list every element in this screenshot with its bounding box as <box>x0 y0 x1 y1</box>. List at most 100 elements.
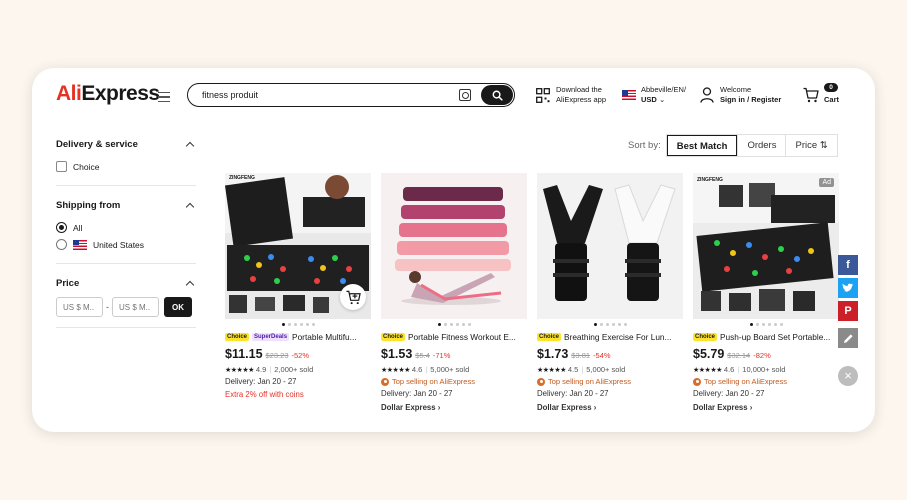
separator: | <box>737 365 740 374</box>
account-menu[interactable]: Welcome Sign in / Register <box>700 85 781 105</box>
locale-selector[interactable]: Abbeville/EN/ USD ⌄ <box>622 85 686 105</box>
filter-header[interactable]: Shipping from <box>56 199 196 211</box>
dollar-express-link[interactable]: Dollar Express › <box>693 403 839 414</box>
product-title[interactable]: Push-up Board Set Portable... <box>720 332 830 342</box>
delivery-date: Delivery: Jan 20 - 27 <box>537 389 609 398</box>
cart-button[interactable]: 0 Cart <box>803 83 843 105</box>
pencil-icon <box>843 333 853 343</box>
price-ok-button[interactable]: OK <box>164 297 192 317</box>
product-title[interactable]: Portable Multifu... <box>292 332 357 342</box>
add-to-cart-button[interactable] <box>340 284 366 310</box>
original-price: $5.4 <box>415 351 430 360</box>
product-title[interactable]: Portable Fitness Workout E... <box>408 332 516 342</box>
sort-tab-best-match[interactable]: Best Match <box>666 135 738 156</box>
search-bar: fitness produit <box>187 83 515 107</box>
image-carousel-dots[interactable] <box>693 323 839 327</box>
product-title[interactable]: Breathing Exercise For Lun... <box>564 332 671 342</box>
shipping-from-filter: Shipping from All United States <box>56 199 196 264</box>
delivery-date: Delivery: Jan 20 - 27 <box>225 377 297 386</box>
filter-option-choice[interactable]: Choice <box>56 158 196 175</box>
option-label: All <box>73 222 83 233</box>
image-search-icon[interactable] <box>459 89 471 101</box>
sold-count: 5,000+ sold <box>430 365 470 374</box>
svg-text:ZINGFENG: ZINGFENG <box>697 177 723 183</box>
dollar-express-link[interactable]: Dollar Express › <box>381 403 527 414</box>
edit-share-button[interactable] <box>838 328 858 348</box>
filter-option-united-states[interactable]: United States <box>56 236 196 253</box>
product-price: $1.73 <box>537 347 569 361</box>
price-max-input[interactable] <box>112 297 159 317</box>
logo-prefix: Ali <box>56 82 82 105</box>
delivery-date: Delivery: Jan 20 - 27 <box>381 389 453 398</box>
app-text-line1: Download the <box>556 85 602 94</box>
radio-selected[interactable] <box>56 222 67 233</box>
product-price: $11.15 <box>225 347 263 361</box>
us-flag-icon <box>622 90 636 100</box>
close-share-button[interactable]: × <box>838 366 858 386</box>
discount-percent: -82% <box>753 351 771 360</box>
product-title-row[interactable]: Choice Breathing Exercise For Lun... <box>537 331 683 342</box>
twitter-share-button[interactable] <box>838 278 858 298</box>
aliexpress-logo[interactable]: AliExpress <box>56 82 160 106</box>
filter-title: Shipping from <box>56 199 121 211</box>
chevron-up-icon[interactable] <box>185 141 195 150</box>
image-carousel-dots[interactable] <box>537 323 683 327</box>
product-title-row[interactable]: Choice Portable Fitness Workout E... <box>381 331 527 342</box>
chevron-right-icon: › <box>593 403 597 412</box>
sort-tab-price[interactable]: Price ⇅ <box>785 135 836 156</box>
sort-tab-orders[interactable]: Orders <box>737 135 785 156</box>
download-app-link[interactable]: Download the AliExpress app <box>536 85 606 105</box>
close-icon: × <box>844 368 852 383</box>
product-image[interactable]: ZINGFENG <box>225 173 371 319</box>
product-title-row[interactable]: Choice SuperDeals Portable Multifu... <box>225 331 371 342</box>
search-button[interactable] <box>481 85 513 105</box>
cart-icon <box>803 87 819 103</box>
choice-badge: Choice <box>537 332 562 341</box>
product-card[interactable]: ZINGFENG Choice SuperDeals Portable Mult… <box>225 173 371 414</box>
express-label: Dollar Express <box>537 403 592 412</box>
rating-value: 4.9 <box>255 365 267 374</box>
search-input[interactable]: fitness produit <box>188 90 459 100</box>
top-selling-text: Top selling on AliExpress <box>704 377 787 386</box>
us-flag-icon <box>73 239 87 250</box>
original-price: $32.14 <box>727 351 751 360</box>
coins-promo: Extra 2% off with coins <box>225 390 304 399</box>
product-card[interactable]: Choice Portable Fitness Workout E... $1.… <box>381 173 527 414</box>
chevron-up-icon[interactable] <box>185 202 195 211</box>
price-min-input[interactable] <box>56 297 103 317</box>
product-image[interactable] <box>537 173 683 319</box>
rating-value: 4.6 <box>411 365 423 374</box>
dollar-express-link[interactable]: Dollar Express › <box>537 403 683 414</box>
chevron-down-icon: ⌄ <box>658 95 666 104</box>
locale-region: Abbeville/EN/ <box>641 85 687 94</box>
discount-percent: -52% <box>291 351 310 360</box>
signin-link[interactable]: Sign in / Register <box>720 95 781 104</box>
filter-option-all[interactable]: All <box>56 219 196 236</box>
image-carousel-dots[interactable] <box>225 323 371 327</box>
twitter-icon <box>842 283 854 292</box>
separator: | <box>269 365 272 374</box>
rating-stars-icon: ★★★★★ <box>381 366 410 374</box>
top-selling-label: Top selling on AliExpress <box>381 376 527 387</box>
product-card[interactable]: ZINGFENG Ad Choice Push-up Board Set Por… <box>693 173 839 414</box>
pinterest-share-button[interactable]: P <box>838 301 858 321</box>
product-image[interactable]: ZINGFENG Ad <box>693 173 839 319</box>
product-title-row[interactable]: Choice Push-up Board Set Portable... <box>693 331 839 342</box>
rating-stars-icon: ★★★★★ <box>693 366 722 374</box>
qr-code-icon <box>536 87 550 103</box>
image-carousel-dots[interactable] <box>381 323 527 327</box>
cart-plus-icon <box>345 290 361 304</box>
filter-header[interactable]: Price <box>56 277 196 289</box>
chevron-up-icon[interactable] <box>185 280 195 289</box>
menu-icon[interactable] <box>158 92 170 102</box>
filter-title: Price <box>56 277 80 289</box>
checkbox[interactable] <box>56 161 67 172</box>
separator: | <box>425 365 428 374</box>
filter-header[interactable]: Delivery & service <box>56 138 196 150</box>
radio[interactable] <box>56 239 67 250</box>
product-card[interactable]: Choice Breathing Exercise For Lun... $1.… <box>537 173 683 414</box>
product-image[interactable] <box>381 173 527 319</box>
facebook-share-button[interactable]: f <box>838 255 858 275</box>
separator: | <box>581 365 584 374</box>
medal-icon <box>537 377 545 386</box>
